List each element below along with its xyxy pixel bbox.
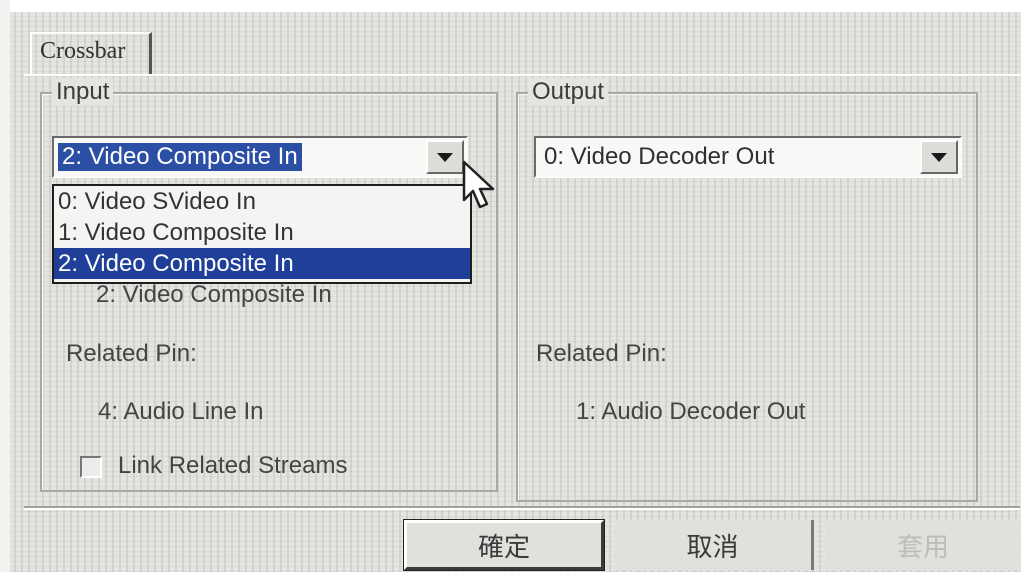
output-related-pin-value: 1: Audio Decoder Out (576, 398, 806, 425)
input-option-2[interactable]: 2: Video Composite In (54, 248, 470, 279)
input-dropdown-list: 0: Video SVideo In 1: Video Composite In… (52, 184, 472, 284)
input-option-1[interactable]: 1: Video Composite In (54, 217, 470, 248)
input-select-value: 2: Video Composite In (58, 143, 302, 171)
tab-crossbar-label: Crossbar (40, 38, 126, 64)
input-related-pin-value: 4: Audio Line In (98, 398, 264, 425)
apply-button[interactable]: 套用 (826, 520, 1020, 570)
cancel-button[interactable]: 取消 (614, 520, 814, 570)
input-select[interactable]: 2: Video Composite In (52, 136, 468, 178)
tab-crossbar[interactable]: Crossbar (30, 32, 152, 74)
link-streams-checkbox[interactable] (80, 456, 102, 478)
button-bar-divider (24, 508, 1020, 510)
output-select[interactable]: 0: Video Decoder Out (534, 136, 962, 178)
frame-left (0, 0, 10, 572)
crossbar-dialog: Crossbar Input 2: Video Composite In 2: … (0, 0, 1029, 572)
input-legend: Input (52, 78, 114, 106)
mouse-pointer-icon (462, 160, 495, 209)
output-legend: Output (528, 78, 609, 106)
frame-right (1021, 0, 1029, 572)
ok-button[interactable]: 確定 (403, 519, 605, 571)
input-related-pin-label: Related Pin: (66, 340, 197, 367)
tab-panel-border (24, 74, 1020, 76)
input-option-0[interactable]: 0: Video SVideo In (54, 186, 470, 217)
input-dropdown-button[interactable] (426, 140, 464, 174)
frame-top (0, 0, 1029, 12)
chevron-down-icon (931, 152, 947, 162)
input-current-pin: 2: Video Composite In (96, 281, 332, 308)
link-streams-label: Link Related Streams (118, 452, 348, 479)
output-related-pin-label: Related Pin: (536, 340, 667, 367)
output-select-value: 0: Video Decoder Out (544, 143, 775, 170)
chevron-down-icon (437, 152, 453, 162)
output-dropdown-button[interactable] (920, 140, 958, 174)
